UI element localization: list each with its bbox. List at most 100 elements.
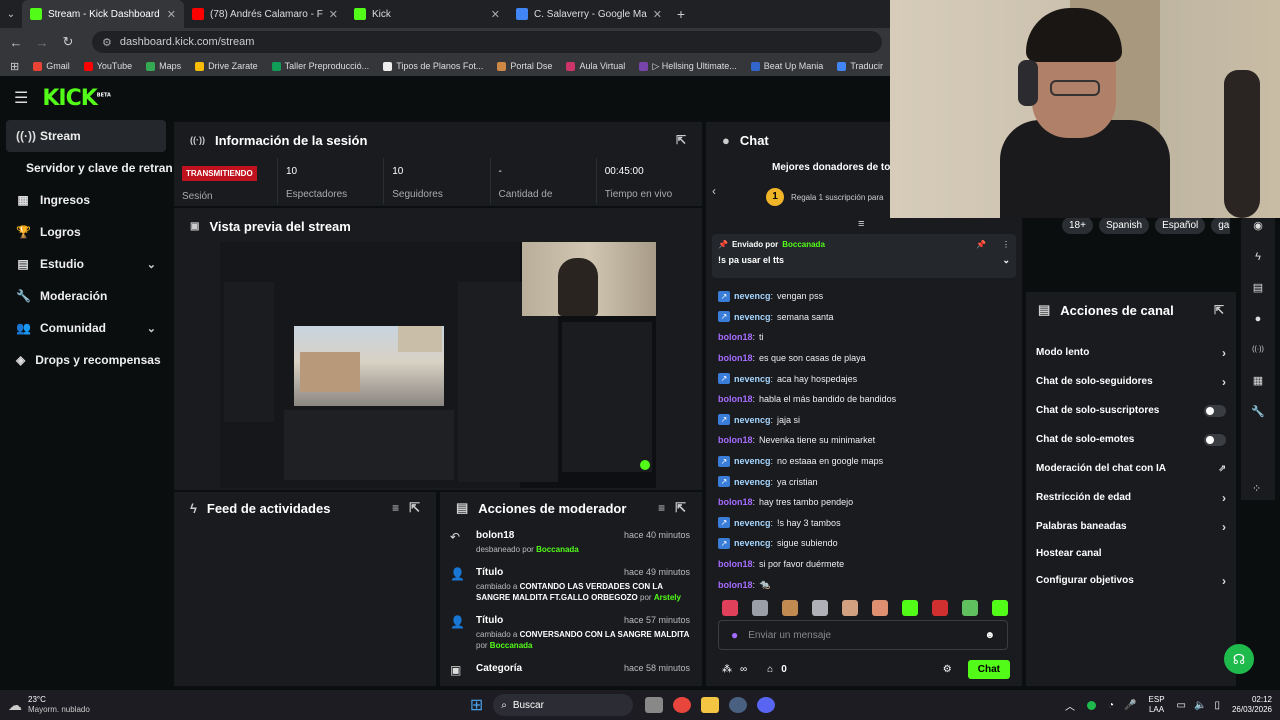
chat-message[interactable]: ↗ nevencg: ya cristian <box>718 471 1014 492</box>
site-info-icon[interactable]: ⚙ <box>102 36 112 49</box>
sidebar-item[interactable]: 🏆 Logros <box>0 216 172 248</box>
channel-action[interactable]: Chat de solo-emotes <box>1026 425 1236 454</box>
filter-icon[interactable]: ≡ <box>392 501 399 515</box>
more-icon[interactable]: ⋮ <box>1002 240 1010 249</box>
file-explorer-icon[interactable] <box>701 697 720 713</box>
new-tab-button[interactable]: + <box>670 6 692 22</box>
channel-action[interactable]: Chat de solo-seguidores › <box>1026 367 1236 396</box>
chat-message[interactable]: ↗ nevencg: sigue subiendo <box>718 533 1014 554</box>
apps-icon[interactable]: ⊞ <box>10 60 19 73</box>
chat-message[interactable]: ↗ nevencg: jaja si <box>718 410 1014 431</box>
chat-message[interactable]: bolon18: hay tres tambo pendejo <box>718 492 1014 513</box>
stream-tag[interactable]: 18+ <box>1062 217 1093 234</box>
popout-icon[interactable]: ⇱ <box>409 500 420 516</box>
sidebar-item[interactable]: 👥 Comunidad ⌄ <box>0 312 172 344</box>
emote-icon[interactable] <box>962 600 978 616</box>
chat-input[interactable]: ● Enviar un mensaje ☻ <box>718 620 1008 650</box>
bolt-icon[interactable]: ϟ <box>1241 241 1275 272</box>
weather-widget[interactable]: 23°C Mayorm. nublado <box>28 695 90 715</box>
url-field[interactable]: ⚙ dashboard.kick.com/stream <box>92 31 882 53</box>
wrench-icon[interactable]: 🔧 <box>1241 396 1275 427</box>
pinned-user[interactable]: Boccanada <box>782 240 825 249</box>
mod-action-row[interactable]: ▣ Categoría hace 58 minutos <box>440 657 702 683</box>
mod-action-row[interactable]: 👤 Título hace 49 minutos cambiado a CONTAND… <box>440 561 702 609</box>
bookmark[interactable]: Maps <box>146 61 181 71</box>
chat-message[interactable]: ↗ nevencg: aca hay hospedajes <box>718 368 1014 389</box>
bookmark[interactable]: Beat Up Mania <box>750 61 823 71</box>
chat-username[interactable]: nevencg <box>734 312 771 322</box>
channel-action[interactable]: Moderación del chat con IA ⇗ <box>1026 454 1236 483</box>
more-tools-icon[interactable]: ⁘ <box>1252 482 1261 495</box>
browser-tab[interactable]: (78) Andrés Calamaro - Flac ✕ <box>184 0 346 28</box>
bookmark[interactable]: Traducir <box>837 61 883 71</box>
forward-icon[interactable]: → <box>34 35 50 50</box>
bookmark[interactable]: ▷ Hellsing Ultimate... <box>639 61 737 72</box>
sidebar-item[interactable]: ▤ Estudio ⌄ <box>0 248 172 280</box>
stream-preview-video[interactable] <box>220 242 656 488</box>
chat-bubble-icon[interactable]: ● <box>1241 303 1275 334</box>
browser-tab[interactable]: C. Salaverry - Google Maps ✕ <box>508 0 670 28</box>
emote-icon[interactable] <box>872 600 888 616</box>
bookmark[interactable]: Portal Dse <box>497 61 552 71</box>
tab-close-icon[interactable]: ✕ <box>491 8 500 21</box>
emote-icon[interactable] <box>992 600 1008 616</box>
mod-action-by[interactable]: Boccanada <box>490 641 533 650</box>
chat-username[interactable]: bolon18 <box>718 353 753 363</box>
menu-icon[interactable]: ☰ <box>14 88 28 108</box>
emote-icon[interactable] <box>782 600 798 616</box>
weather-icon[interactable]: ☁ <box>8 697 22 714</box>
points-icon[interactable]: ⁂ <box>722 664 732 675</box>
mic-icon[interactable]: ● <box>731 628 738 642</box>
chat-username[interactable]: bolon18 <box>718 332 753 342</box>
unpin-icon[interactable]: 📌 <box>976 240 986 249</box>
bookmark[interactable]: Drive Zarate <box>195 61 258 71</box>
channel-action[interactable]: Modo lento › <box>1026 338 1236 367</box>
chat-filter-icon[interactable]: ≡ <box>858 218 864 230</box>
toggle-switch[interactable] <box>1204 433 1226 446</box>
sidebar-item[interactable]: Servidor y clave de retransmisión <box>0 152 172 184</box>
chat-username[interactable]: nevencg <box>734 291 771 301</box>
mod-action-row[interactable]: 👤 Título hace 57 minutos cambiado a CONVERS… <box>440 609 702 657</box>
pinned-message[interactable]: 📌 Enviado por Boccanada 📌 ⋮ !s pa usar e… <box>712 234 1016 278</box>
tab-close-icon[interactable]: ✕ <box>167 8 176 21</box>
chrome-icon[interactable] <box>673 697 692 713</box>
chat-username[interactable]: bolon18 <box>718 497 753 507</box>
emote-icon[interactable] <box>812 600 828 616</box>
chat-username[interactable]: bolon18 <box>718 435 753 445</box>
browser-tab[interactable]: Kick ✕ <box>346 0 508 28</box>
mod-action-by[interactable]: Boccanada <box>536 545 579 554</box>
support-button[interactable]: ☊ <box>1224 644 1254 674</box>
battery-icon[interactable]: ▯ <box>1214 700 1220 711</box>
chat-message[interactable]: bolon18: si por favor duérmete <box>718 554 1014 575</box>
emoji-icon[interactable]: ☻ <box>984 630 995 641</box>
channel-action[interactable]: Configurar objetivos › <box>1026 566 1236 595</box>
chat-username[interactable]: nevencg <box>734 477 771 487</box>
chat-message[interactable]: ↗ nevencg: no estaaa en google maps <box>718 451 1014 472</box>
toggle-switch[interactable] <box>1204 404 1226 417</box>
channel-action[interactable]: Restricción de edad › <box>1026 483 1236 512</box>
chat-message[interactable]: bolon18: Nevenka tiene su minimarket <box>718 430 1014 451</box>
clipboard-icon[interactable]: ▦ <box>1241 365 1275 396</box>
chat-message[interactable]: bolon18: 🐀 <box>718 574 1014 595</box>
mic-tray-icon[interactable]: 🎤 <box>1124 700 1136 711</box>
chevron-down-icon[interactable]: ⌄ <box>147 258 156 271</box>
channel-action[interactable]: Hostear canal <box>1026 541 1236 566</box>
settings-icon[interactable]: ⚙ <box>943 664 952 675</box>
collapse-arrow-icon[interactable]: ‹ <box>712 184 716 198</box>
chat-message[interactable]: ↗ nevencg: !s hay 3 tambos <box>718 513 1014 534</box>
popout-icon[interactable]: ⇱ <box>1214 303 1224 317</box>
tab-close-icon[interactable]: ✕ <box>653 8 662 21</box>
bookmark[interactable]: Gmail <box>33 61 70 71</box>
gift-icon[interactable]: ⌂ <box>767 664 773 675</box>
stream-tag[interactable]: Español <box>1155 217 1206 234</box>
volume-icon[interactable]: 🔈 <box>1194 700 1206 711</box>
bookmark[interactable]: YouTube <box>83 61 132 71</box>
kick-logo[interactable]: KICKBETA <box>42 86 111 111</box>
tray-chevron-icon[interactable]: ︿ <box>1065 698 1075 713</box>
sidebar-item[interactable]: ◈ Drops y recompensas <box>0 344 172 376</box>
emote-icon[interactable] <box>722 600 738 616</box>
windows-start-icon[interactable]: ⊞ <box>470 695 483 715</box>
browser-tab[interactable]: Stream - Kick Dashboard ✕ <box>22 0 184 28</box>
stream-tag[interactable]: gami <box>1211 217 1230 234</box>
emote-icon[interactable] <box>932 600 948 616</box>
